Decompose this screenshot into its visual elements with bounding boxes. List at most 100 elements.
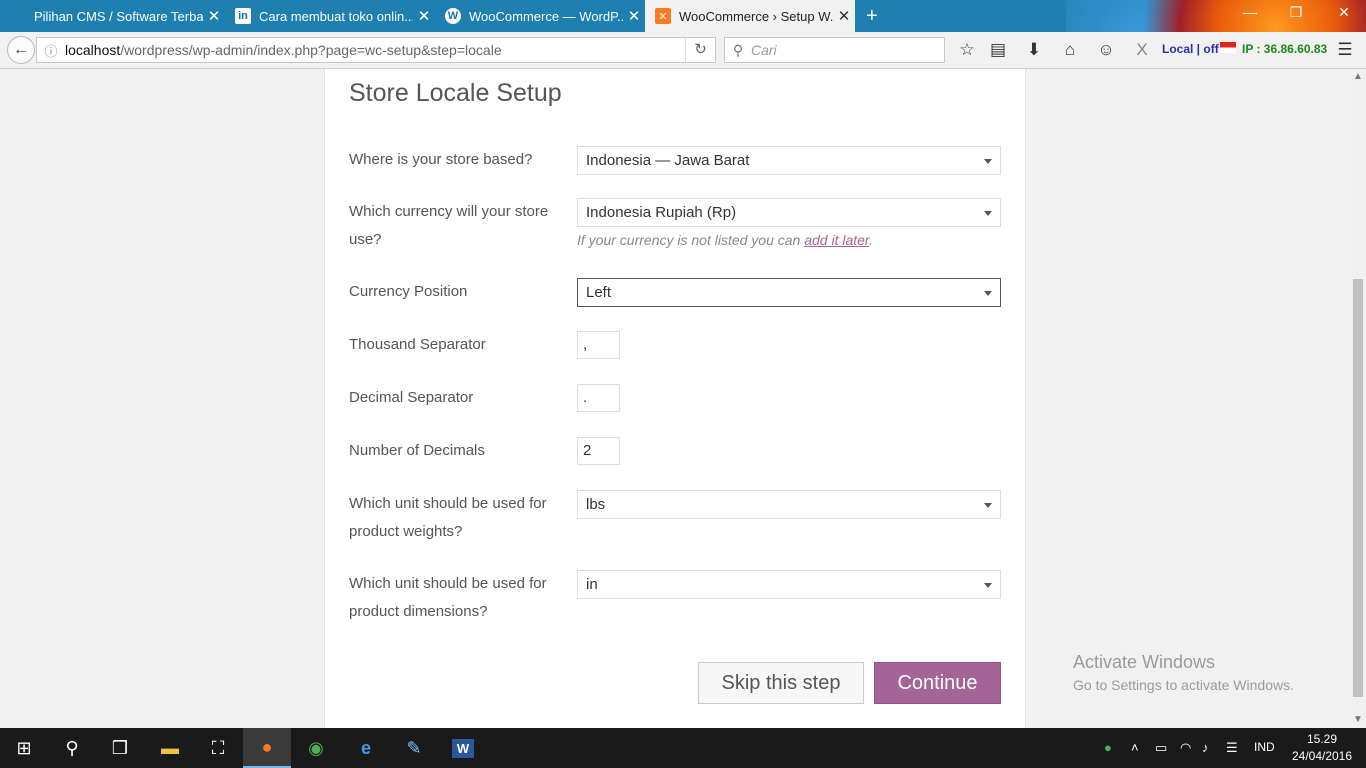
- close-window-icon[interactable]: ✕: [1332, 4, 1356, 21]
- tab-title: WooCommerce › Setup W...: [679, 8, 833, 24]
- scrollbar-thumb[interactable]: [1353, 279, 1363, 697]
- store-based-value: Indonesia — Jawa Barat: [586, 152, 750, 169]
- windows-start-icon[interactable]: ⊞: [0, 728, 48, 768]
- chevron-down-icon: [984, 291, 992, 296]
- scroll-down-icon[interactable]: ▼: [1350, 712, 1366, 728]
- weight-unit-label: Which unit should be used for product we…: [349, 495, 547, 540]
- chevron-down-icon: [984, 503, 992, 508]
- volume-icon[interactable]: ♪: [1202, 740, 1209, 755]
- browser-tab-bar: Pilihan CMS / Software Terbai... ✕ in Ca…: [0, 0, 1366, 32]
- chrome-icon[interactable]: ◉: [292, 728, 340, 768]
- menu-icon[interactable]: ☰: [1333, 40, 1357, 62]
- search-bar[interactable]: ⚲ Cari: [724, 37, 945, 63]
- reload-icon[interactable]: ↻: [685, 38, 715, 62]
- notification-icon[interactable]: ☰: [1226, 740, 1238, 756]
- indonesia-flag-icon: [1220, 42, 1236, 53]
- file-explorer-icon[interactable]: ▬: [146, 728, 194, 768]
- dimension-unit-select[interactable]: in: [577, 570, 1001, 599]
- close-icon[interactable]: ✕: [413, 7, 435, 25]
- search-icon: ⚲: [732, 41, 744, 58]
- wifi-icon[interactable]: ◠: [1180, 740, 1191, 756]
- currency-select[interactable]: Indonesia Rupiah (Rp): [577, 198, 1001, 227]
- blank-page-icon: [10, 8, 26, 24]
- add-currency-later-link[interactable]: add it later: [804, 232, 869, 248]
- tab-woocommerce-setup[interactable]: ✕ WooCommerce › Setup W... ✕: [645, 0, 855, 32]
- close-icon[interactable]: ✕: [833, 7, 855, 25]
- download-icon[interactable]: ⬇: [1022, 40, 1046, 62]
- chevron-down-icon: [984, 583, 992, 588]
- activate-windows-title: Activate Windows: [1073, 652, 1216, 672]
- network-status-icon[interactable]: ●: [1104, 740, 1112, 755]
- theme-artwork: [1066, 0, 1366, 32]
- language-indicator[interactable]: IND: [1254, 740, 1275, 754]
- page-scrollbar[interactable]: ▲ ▼: [1350, 69, 1366, 728]
- number-of-decimals-input[interactable]: 2: [577, 437, 620, 465]
- number-of-decimals-label: Number of Decimals: [349, 442, 485, 459]
- addon-local-status[interactable]: Local | off: [1162, 42, 1219, 56]
- page-viewport: Store Locale Setup Where is your store b…: [0, 69, 1350, 728]
- currency-position-value: Left: [586, 284, 612, 301]
- smiley-icon[interactable]: ☺: [1094, 40, 1118, 62]
- currency-label: Which currency will your store use?: [349, 203, 549, 248]
- taskbar-clock[interactable]: 15.29 24/04/2016: [1284, 731, 1360, 765]
- weight-unit-select[interactable]: lbs: [577, 490, 1001, 519]
- thousand-separator-input[interactable]: ,: [577, 331, 620, 359]
- dimension-unit-label: Which unit should be used for product di…: [349, 575, 547, 620]
- back-button[interactable]: ←: [7, 36, 35, 64]
- plus-icon: +: [866, 4, 878, 27]
- maximize-icon[interactable]: ❐: [1284, 4, 1308, 21]
- continue-button[interactable]: Continue: [874, 662, 1001, 704]
- linkedin-icon: in: [235, 8, 251, 24]
- task-view-icon[interactable]: ❒: [96, 728, 144, 768]
- scroll-up-icon[interactable]: ▲: [1350, 69, 1366, 85]
- tab-title: Cara membuat toko onlin...: [259, 8, 413, 24]
- word-letter-icon: W: [451, 738, 475, 758]
- addon-x-icon[interactable]: X: [1130, 40, 1154, 62]
- clock-time: 15.29: [1306, 732, 1338, 746]
- chevron-down-icon: [984, 159, 992, 164]
- skip-step-button[interactable]: Skip this step: [698, 662, 864, 704]
- edge-icon[interactable]: e: [342, 728, 390, 768]
- home-icon[interactable]: ⌂: [1058, 40, 1082, 62]
- tab-woocommerce-wordpress[interactable]: W WooCommerce — WordP... ✕: [435, 0, 645, 32]
- page-title: Store Locale Setup: [349, 79, 562, 107]
- new-tab-button[interactable]: +: [860, 0, 890, 32]
- chevron-down-icon: [984, 211, 992, 216]
- tab-cara-membuat-toko[interactable]: in Cara membuat toko onlin... ✕: [225, 0, 435, 32]
- firefox-icon[interactable]: ●: [243, 728, 291, 768]
- reading-list-icon[interactable]: ▤: [986, 40, 1010, 62]
- word-icon[interactable]: W: [439, 728, 487, 768]
- clock-date: 24/04/2016: [1291, 749, 1353, 763]
- chevron-up-icon[interactable]: ˄: [1131, 740, 1139, 755]
- tab-title: Pilihan CMS / Software Terbai...: [34, 8, 203, 24]
- minimize-icon[interactable]: —: [1238, 4, 1262, 20]
- address-bar[interactable]: ⓘ localhost/wordpress/wp-admin/index.php…: [36, 37, 716, 63]
- store-based-select[interactable]: Indonesia — Jawa Barat: [577, 146, 1001, 175]
- close-icon[interactable]: ✕: [203, 7, 225, 25]
- store-icon[interactable]: ⛶: [194, 728, 242, 768]
- currency-value: Indonesia Rupiah (Rp): [586, 204, 737, 221]
- currency-position-select[interactable]: Left: [577, 278, 1001, 307]
- search-placeholder: Cari: [751, 42, 777, 58]
- decimal-separator-input[interactable]: .: [577, 384, 620, 412]
- tab-pilihan-cms[interactable]: Pilihan CMS / Software Terbai... ✕: [0, 0, 225, 32]
- decimal-separator-label: Decimal Separator: [349, 389, 474, 406]
- search-icon[interactable]: ⚲: [48, 728, 96, 768]
- currency-help-text: If your currency is not listed you can: [577, 232, 805, 248]
- activate-windows-subtitle: Go to Settings to activate Windows.: [1073, 677, 1294, 693]
- info-icon[interactable]: ⓘ: [37, 41, 65, 60]
- paint-icon[interactable]: ✎: [390, 728, 438, 768]
- tab-title: WooCommerce — WordP...: [469, 8, 623, 24]
- windows-taskbar: ⊞ ⚲ ❒ ▬ ⛶ ● ◉ e ✎ W ● ˄ ▭ ◠ ♪ ☰ IND 15.2…: [0, 728, 1366, 768]
- store-based-label: Where is your store based?: [349, 151, 533, 168]
- back-arrow-icon: ←: [13, 41, 29, 58]
- battery-icon[interactable]: ▭: [1155, 740, 1167, 756]
- currency-help: If your currency is not listed you can a…: [577, 232, 873, 248]
- url-host: localhost: [65, 42, 121, 58]
- close-icon[interactable]: ✕: [623, 7, 645, 25]
- url-path: /wordpress/wp-admin/index.php?page=wc-se…: [120, 42, 502, 58]
- currency-position-label: Currency Position: [349, 283, 468, 300]
- wordpress-icon: W: [445, 8, 461, 24]
- setup-card: Store Locale Setup Where is your store b…: [324, 69, 1026, 728]
- bookmark-star-icon[interactable]: ☆: [955, 40, 979, 62]
